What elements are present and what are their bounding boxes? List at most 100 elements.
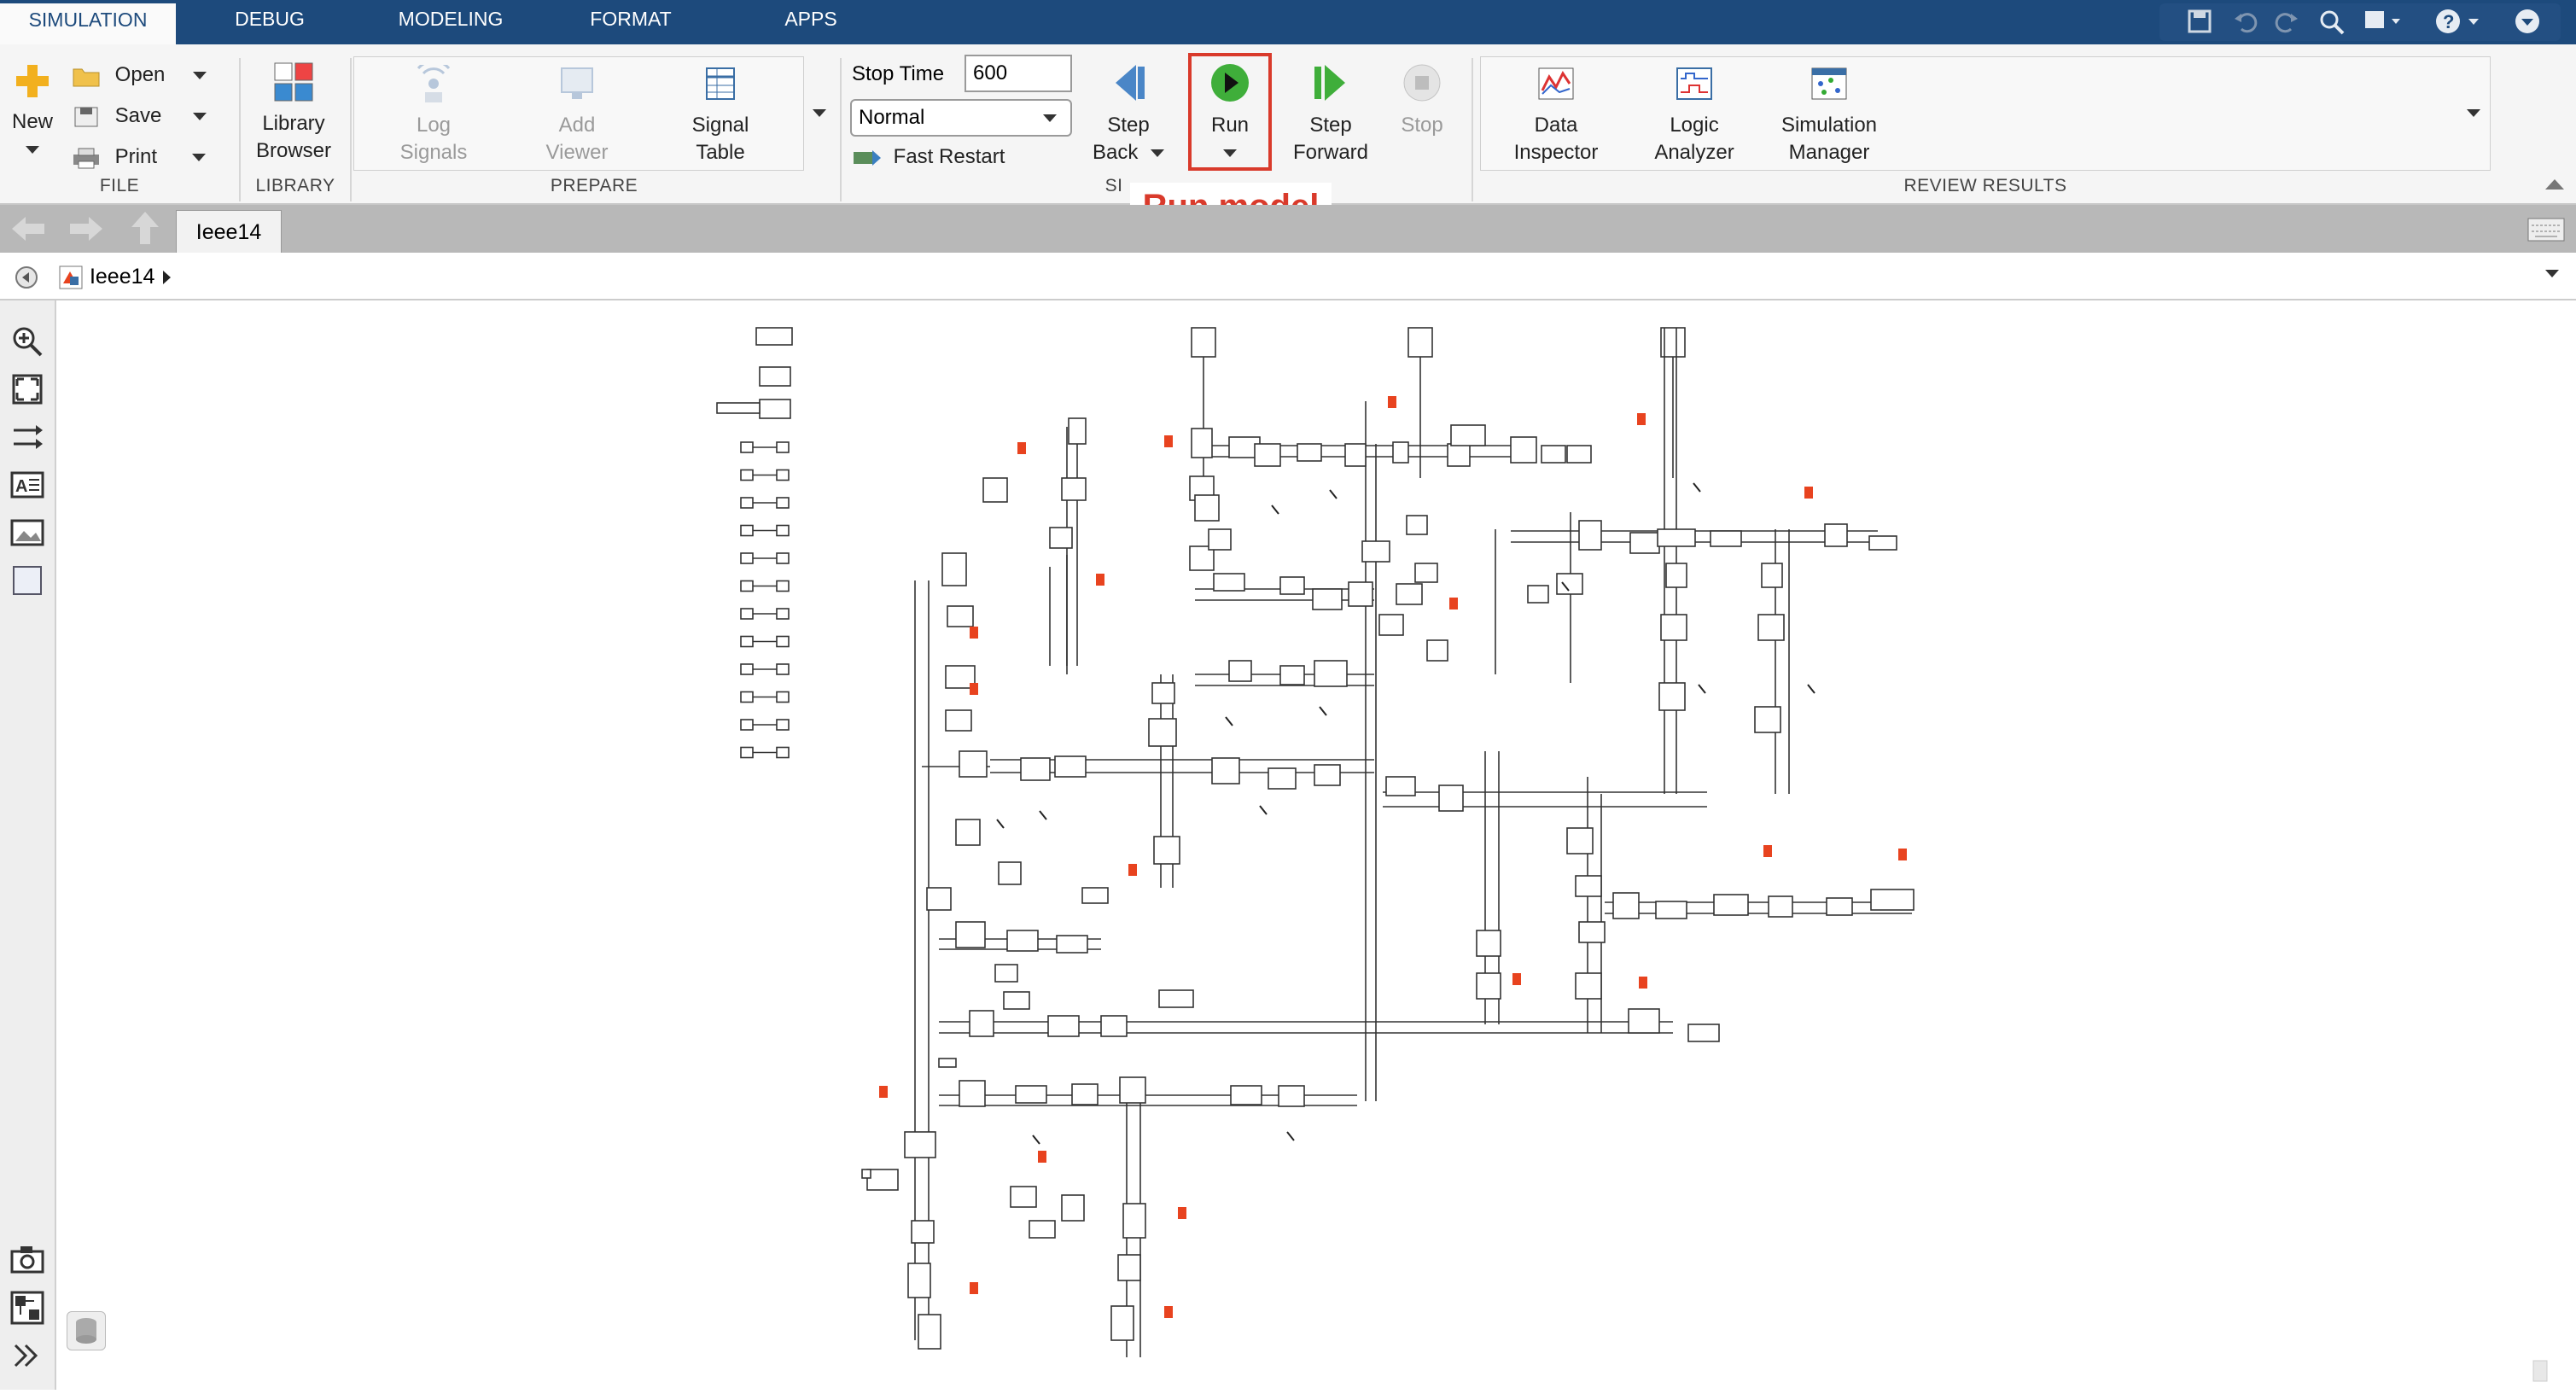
block[interactable] [740, 691, 754, 703]
block-glyph[interactable] [1039, 810, 1047, 820]
output-marker[interactable] [1449, 598, 1458, 610]
help-icon[interactable]: ? [2434, 7, 2486, 36]
output-marker[interactable] [1178, 1207, 1186, 1219]
block[interactable] [911, 1220, 935, 1244]
block[interactable] [1151, 682, 1175, 704]
block[interactable] [740, 497, 754, 509]
output-marker[interactable] [1388, 396, 1396, 408]
block[interactable] [740, 469, 754, 481]
block[interactable] [1208, 528, 1232, 551]
block[interactable] [740, 719, 754, 731]
block[interactable] [776, 552, 790, 564]
prepare-gallery-expand[interactable] [807, 56, 831, 171]
block-glyph[interactable] [1259, 805, 1268, 815]
block[interactable] [1575, 875, 1602, 897]
block-glyph[interactable] [1271, 505, 1279, 515]
block[interactable] [1476, 972, 1501, 1000]
block[interactable] [982, 477, 1008, 503]
block[interactable] [907, 1263, 931, 1298]
block[interactable] [776, 608, 790, 620]
library-browser-button[interactable]: Library Browser [249, 61, 338, 165]
output-marker[interactable] [1038, 1151, 1046, 1163]
save-button[interactable]: Save [72, 99, 217, 133]
hide-explorer-icon[interactable] [14, 265, 39, 290]
tab-debug[interactable]: DEBUG [210, 0, 329, 44]
tab-format[interactable]: FORMAT [567, 0, 695, 44]
block[interactable] [776, 691, 790, 703]
block-glyph[interactable] [1319, 706, 1327, 716]
block[interactable] [1049, 527, 1073, 549]
block[interactable] [740, 663, 754, 675]
block[interactable] [1297, 443, 1322, 462]
block[interactable] [959, 750, 988, 778]
block[interactable] [1556, 573, 1583, 595]
block[interactable] [1447, 443, 1471, 467]
block[interactable] [1100, 1015, 1128, 1037]
model-browser-icon[interactable] [10, 1291, 44, 1325]
scroll-grip[interactable] [2532, 1360, 2548, 1382]
keyboard-icon[interactable] [2526, 217, 2566, 242]
output-marker[interactable] [1804, 487, 1813, 499]
block[interactable] [861, 1169, 871, 1179]
block-glyph[interactable] [996, 819, 1005, 829]
block[interactable] [1314, 660, 1348, 687]
block[interactable] [1612, 892, 1640, 919]
tab-ieee14[interactable]: Ieee14 [176, 210, 282, 253]
add-viewer-button[interactable]: Add Viewer [526, 65, 628, 166]
forward-arrow-icon[interactable] [67, 213, 106, 244]
back-arrow-icon[interactable] [9, 213, 48, 244]
block[interactable] [776, 746, 790, 759]
block[interactable] [759, 399, 791, 419]
save-icon[interactable] [2187, 9, 2212, 34]
block[interactable] [941, 552, 967, 586]
block[interactable] [1254, 443, 1281, 467]
block[interactable] [1020, 757, 1051, 781]
output-marker[interactable] [1017, 442, 1026, 454]
block[interactable] [1575, 972, 1602, 1000]
block[interactable] [1761, 563, 1783, 588]
up-arrow-icon[interactable] [128, 210, 162, 246]
block[interactable] [776, 580, 790, 592]
block[interactable] [969, 1010, 994, 1037]
block[interactable] [1378, 614, 1404, 636]
block[interactable] [776, 469, 790, 481]
block[interactable] [740, 580, 754, 592]
data-inspector-button[interactable]: Data Inspector [1495, 65, 1617, 166]
block[interactable] [740, 441, 754, 453]
block[interactable] [759, 366, 791, 387]
expand-icon[interactable] [10, 1339, 44, 1373]
block[interactable] [998, 861, 1022, 885]
block[interactable] [1312, 588, 1343, 610]
output-marker[interactable] [1164, 1306, 1173, 1318]
block[interactable] [1029, 1220, 1056, 1239]
block[interactable] [1657, 528, 1696, 547]
block[interactable] [776, 635, 790, 648]
output-marker[interactable] [970, 627, 978, 639]
block[interactable] [1015, 1085, 1047, 1104]
community-icon[interactable] [2363, 9, 2404, 34]
block[interactable] [938, 1058, 957, 1068]
collapse-ribbon-icon[interactable] [2513, 7, 2542, 36]
block[interactable] [994, 964, 1018, 983]
undo-icon[interactable] [2233, 9, 2258, 34]
block[interactable] [955, 921, 986, 948]
output-marker[interactable] [1898, 849, 1907, 860]
fast-restart-toggle[interactable]: Fast Restart [852, 140, 1057, 174]
signal-table-button[interactable]: Signal Table [669, 65, 772, 166]
stop-button[interactable]: Stop [1386, 61, 1458, 139]
block[interactable] [1826, 897, 1853, 916]
block[interactable] [1006, 930, 1039, 952]
block[interactable] [1868, 535, 1897, 551]
block[interactable] [1348, 581, 1373, 607]
block[interactable] [1687, 1024, 1720, 1042]
collapse-toolstrip-button[interactable] [2542, 172, 2567, 198]
block[interactable] [755, 327, 793, 346]
step-back-button[interactable]: Step Back [1086, 61, 1171, 166]
block[interactable] [740, 552, 754, 564]
block[interactable] [1213, 573, 1245, 592]
block[interactable] [918, 1314, 941, 1350]
block[interactable] [866, 1169, 899, 1191]
property-inspector-button[interactable] [67, 1311, 106, 1350]
block-glyph[interactable] [1225, 716, 1233, 726]
zoom-icon[interactable] [10, 324, 44, 359]
